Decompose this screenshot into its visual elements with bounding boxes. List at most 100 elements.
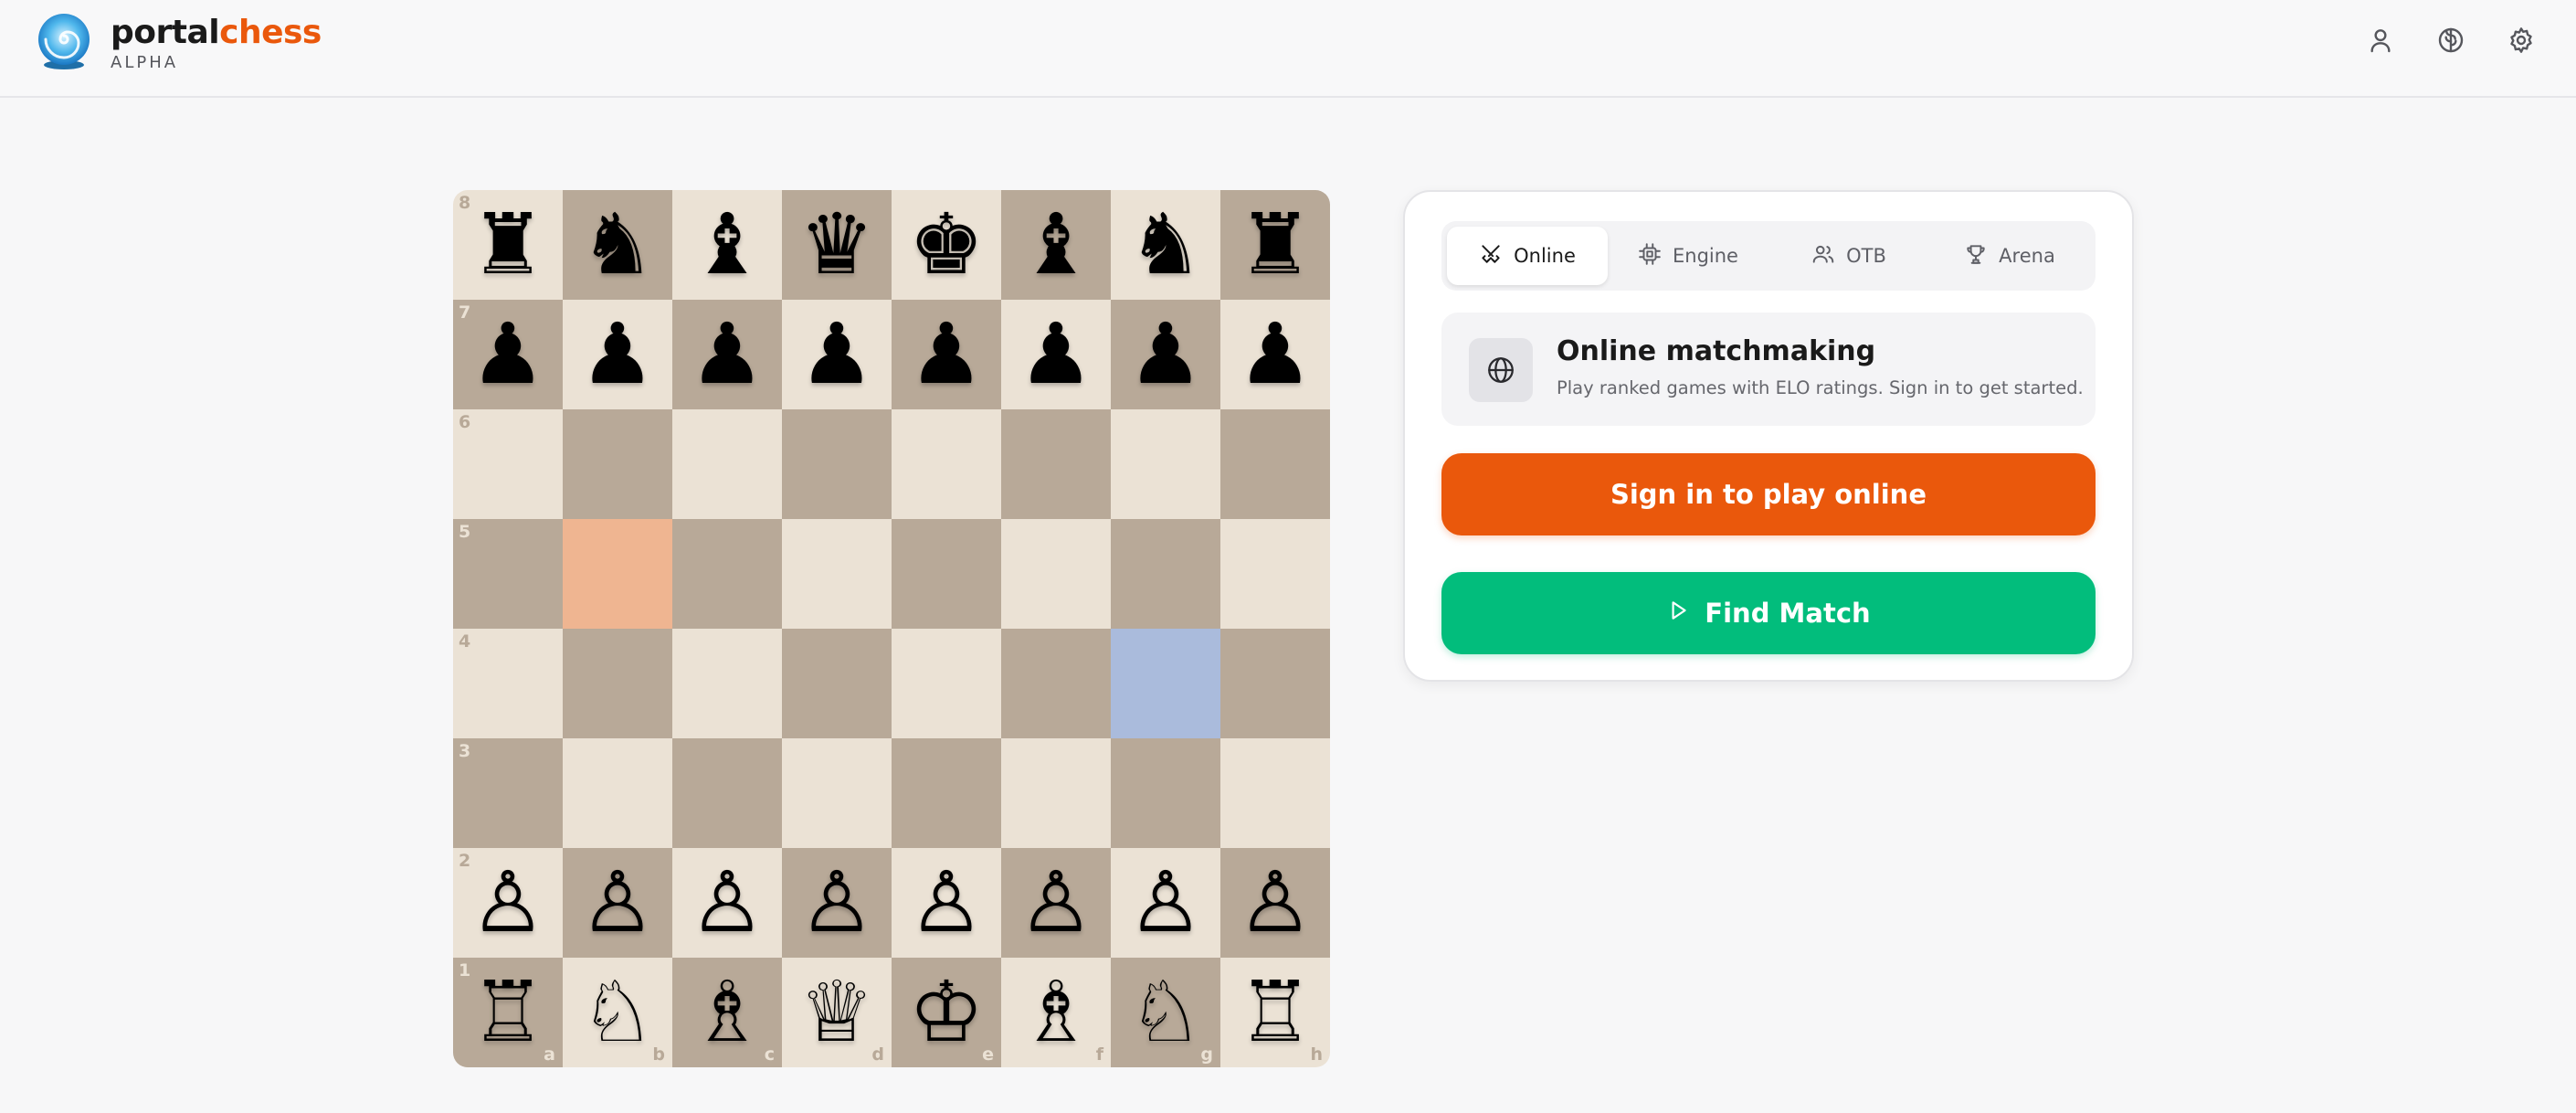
square-b1[interactable]: b ♘ (563, 958, 672, 1067)
square-f2[interactable]: ♙ (1001, 848, 1111, 958)
black-pawn-icon[interactable]: ♟ (1238, 313, 1313, 397)
square-b8[interactable]: ♞ (563, 190, 672, 300)
square-a8[interactable]: 8 ♜ (453, 190, 563, 300)
square-h4[interactable] (1220, 629, 1330, 738)
black-bishop-icon[interactable]: ♝ (690, 203, 765, 287)
black-bishop-icon[interactable]: ♝ (1019, 203, 1093, 287)
square-f6[interactable] (1001, 409, 1111, 519)
white-pawn-icon[interactable]: ♙ (1019, 861, 1093, 945)
square-d8[interactable]: ♛ (782, 190, 892, 300)
square-g3[interactable] (1111, 738, 1220, 848)
square-c6[interactable] (672, 409, 782, 519)
square-c4[interactable] (672, 629, 782, 738)
black-king-icon[interactable]: ♚ (909, 203, 984, 287)
black-rook-icon[interactable]: ♜ (1238, 203, 1313, 287)
square-f7[interactable]: ♟ (1001, 300, 1111, 409)
settings-icon[interactable] (2503, 22, 2539, 58)
square-h1[interactable]: h ♖ (1220, 958, 1330, 1067)
spiral-logo-icon[interactable] (37, 12, 91, 70)
black-rook-icon[interactable]: ♜ (470, 203, 545, 287)
square-d6[interactable] (782, 409, 892, 519)
square-f5[interactable] (1001, 519, 1111, 629)
square-d1[interactable]: d ♕ (782, 958, 892, 1067)
tab-otb[interactable]: OTB (1768, 227, 1929, 285)
square-h7[interactable]: ♟ (1220, 300, 1330, 409)
tab-arena[interactable]: Arena (1929, 227, 2090, 285)
square-h6[interactable] (1220, 409, 1330, 519)
square-f8[interactable]: ♝ (1001, 190, 1111, 300)
profile-icon[interactable] (2362, 22, 2399, 58)
square-h5[interactable] (1220, 519, 1330, 629)
white-pawn-icon[interactable]: ♙ (580, 861, 655, 945)
find-match-button[interactable]: Find Match (1441, 572, 2096, 654)
square-b5[interactable] (563, 519, 672, 629)
square-f1[interactable]: f ♗ (1001, 958, 1111, 1067)
white-rook-icon[interactable]: ♖ (1238, 970, 1313, 1055)
square-a7[interactable]: 7 ♟ (453, 300, 563, 409)
square-e3[interactable] (892, 738, 1001, 848)
square-g6[interactable] (1111, 409, 1220, 519)
white-king-icon[interactable]: ♔ (909, 970, 984, 1055)
square-c3[interactable] (672, 738, 782, 848)
black-pawn-icon[interactable]: ♟ (1019, 313, 1093, 397)
white-bishop-icon[interactable]: ♗ (690, 970, 765, 1055)
square-g2[interactable]: ♙ (1111, 848, 1220, 958)
square-a2[interactable]: 2 ♙ (453, 848, 563, 958)
black-pawn-icon[interactable]: ♟ (470, 313, 545, 397)
square-h2[interactable]: ♙ (1220, 848, 1330, 958)
square-a4[interactable]: 4 (453, 629, 563, 738)
square-e4[interactable] (892, 629, 1001, 738)
sign-in-button[interactable]: Sign in to play online (1441, 453, 2096, 535)
square-g1[interactable]: g ♘ (1111, 958, 1220, 1067)
chess-board[interactable]: 8 ♜ ♞ ♝ ♛ ♚ ♝ ♞ ♜ 7 ♟ ♟ ♟ ♟ ♟ ♟ ♟ ♟ 6 5 4 3 2 ♙ ♙ ♙ ♙ ♙ ♙ ♙ ♙ 1 a ♖ b ♘ c ♗ d ♕… (453, 190, 1330, 1067)
white-pawn-icon[interactable]: ♙ (799, 861, 874, 945)
square-e6[interactable] (892, 409, 1001, 519)
black-pawn-icon[interactable]: ♟ (909, 313, 984, 397)
square-c5[interactable] (672, 519, 782, 629)
square-e8[interactable]: ♚ (892, 190, 1001, 300)
white-queen-icon[interactable]: ♕ (799, 970, 874, 1055)
brand-name[interactable]: portalchess (111, 13, 322, 53)
black-pawn-icon[interactable]: ♟ (580, 313, 655, 397)
square-e1[interactable]: e ♔ (892, 958, 1001, 1067)
white-pawn-icon[interactable]: ♙ (690, 861, 765, 945)
square-d4[interactable] (782, 629, 892, 738)
square-d5[interactable] (782, 519, 892, 629)
square-b6[interactable] (563, 409, 672, 519)
white-pawn-icon[interactable]: ♙ (1128, 861, 1203, 945)
square-c1[interactable]: c ♗ (672, 958, 782, 1067)
square-a3[interactable]: 3 (453, 738, 563, 848)
square-c8[interactable]: ♝ (672, 190, 782, 300)
black-pawn-icon[interactable]: ♟ (799, 313, 874, 397)
square-e5[interactable] (892, 519, 1001, 629)
white-knight-icon[interactable]: ♘ (1128, 970, 1203, 1055)
square-g7[interactable]: ♟ (1111, 300, 1220, 409)
square-g5[interactable] (1111, 519, 1220, 629)
square-d3[interactable] (782, 738, 892, 848)
square-b2[interactable]: ♙ (563, 848, 672, 958)
brain-icon[interactable] (2433, 22, 2469, 58)
tab-engine[interactable]: Engine (1608, 227, 1768, 285)
white-pawn-icon[interactable]: ♙ (909, 861, 984, 945)
square-e7[interactable]: ♟ (892, 300, 1001, 409)
square-f3[interactable] (1001, 738, 1111, 848)
white-pawn-icon[interactable]: ♙ (470, 861, 545, 945)
tab-online[interactable]: Online (1447, 227, 1608, 285)
square-b3[interactable] (563, 738, 672, 848)
square-g8[interactable]: ♞ (1111, 190, 1220, 300)
square-a5[interactable]: 5 (453, 519, 563, 629)
square-h8[interactable]: ♜ (1220, 190, 1330, 300)
black-pawn-icon[interactable]: ♟ (690, 313, 765, 397)
square-b4[interactable] (563, 629, 672, 738)
square-a6[interactable]: 6 (453, 409, 563, 519)
square-h3[interactable] (1220, 738, 1330, 848)
square-e2[interactable]: ♙ (892, 848, 1001, 958)
black-queen-icon[interactable]: ♛ (799, 203, 874, 287)
square-a1[interactable]: 1 a ♖ (453, 958, 563, 1067)
black-pawn-icon[interactable]: ♟ (1128, 313, 1203, 397)
square-f4[interactable] (1001, 629, 1111, 738)
black-knight-icon[interactable]: ♞ (1128, 203, 1203, 287)
white-knight-icon[interactable]: ♘ (580, 970, 655, 1055)
square-d2[interactable]: ♙ (782, 848, 892, 958)
square-c7[interactable]: ♟ (672, 300, 782, 409)
